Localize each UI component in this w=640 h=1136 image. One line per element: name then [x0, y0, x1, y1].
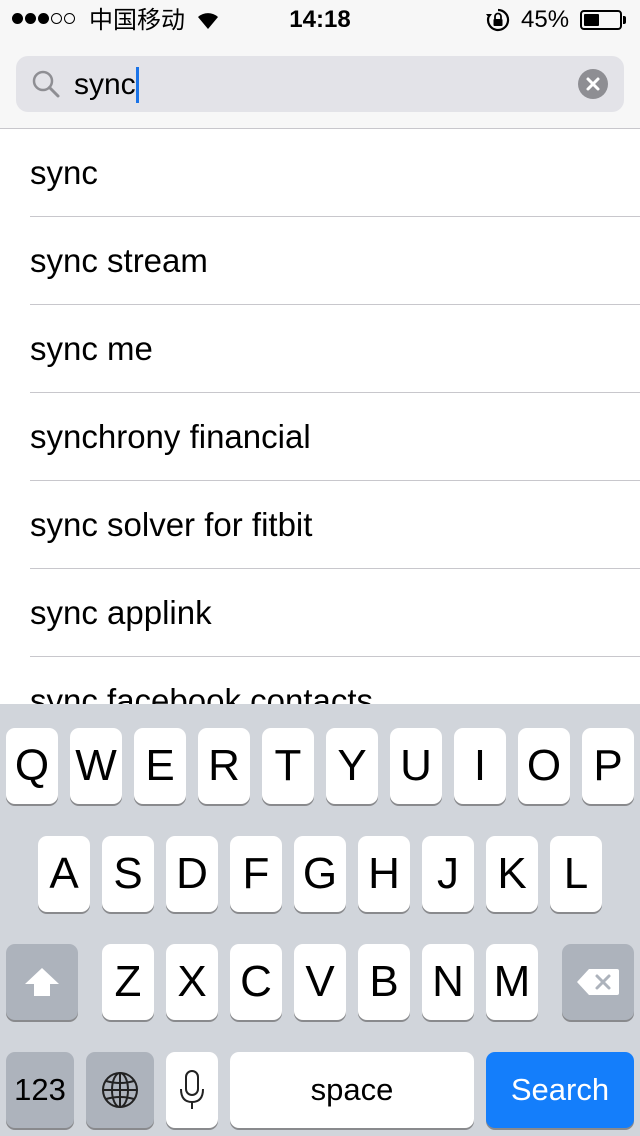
delete-key[interactable] [562, 944, 634, 1020]
key-u[interactable]: U [390, 728, 442, 804]
space-key[interactable]: space [230, 1052, 474, 1128]
key-w[interactable]: W [70, 728, 122, 804]
clear-circle-icon[interactable] [578, 69, 608, 99]
battery-icon [580, 10, 622, 30]
dictation-key[interactable] [166, 1052, 218, 1128]
microphone-icon [178, 1069, 206, 1111]
globe-key[interactable] [86, 1052, 154, 1128]
key-f[interactable]: F [230, 836, 282, 912]
magnifying-glass-icon [30, 68, 62, 100]
key-d[interactable]: D [166, 836, 218, 912]
key-j[interactable]: J [422, 836, 474, 912]
battery-percentage: 45% [521, 6, 570, 33]
keyboard: Q W E R T Y U I O P A S D F G H J K L Z … [0, 704, 640, 1136]
key-v[interactable]: V [294, 944, 346, 1020]
suggestion-list: sync sync stream sync me synchrony finan… [0, 129, 640, 704]
suggestion-item[interactable]: synchrony financial [0, 393, 640, 481]
key-x[interactable]: X [166, 944, 218, 1020]
key-e[interactable]: E [134, 728, 186, 804]
search-query-text: sync [74, 68, 136, 101]
key-l[interactable]: L [550, 836, 602, 912]
key-k[interactable]: K [486, 836, 538, 912]
backspace-icon [575, 967, 621, 997]
globe-icon [100, 1070, 140, 1110]
key-s[interactable]: S [102, 836, 154, 912]
suggestion-item[interactable]: sync applink [0, 569, 640, 657]
key-o[interactable]: O [518, 728, 570, 804]
shift-key[interactable] [6, 944, 78, 1020]
numbers-key[interactable]: 123 [6, 1052, 74, 1128]
key-h[interactable]: H [358, 836, 410, 912]
key-p[interactable]: P [582, 728, 634, 804]
key-r[interactable]: R [198, 728, 250, 804]
suggestion-item[interactable]: sync stream [0, 217, 640, 305]
key-q[interactable]: Q [6, 728, 58, 804]
battery-tip [623, 16, 626, 24]
key-y[interactable]: Y [326, 728, 378, 804]
key-m[interactable]: M [486, 944, 538, 1020]
suggestion-item[interactable]: sync [0, 129, 640, 217]
shift-arrow-icon [22, 965, 62, 999]
key-b[interactable]: B [358, 944, 410, 1020]
key-z[interactable]: Z [102, 944, 154, 1020]
key-g[interactable]: G [294, 836, 346, 912]
key-n[interactable]: N [422, 944, 474, 1020]
key-i[interactable]: I [454, 728, 506, 804]
rotation-lock-icon [485, 8, 511, 32]
suggestion-item[interactable]: sync solver for fitbit [0, 481, 640, 569]
key-a[interactable]: A [38, 836, 90, 912]
battery-level [584, 14, 600, 26]
suggestion-item[interactable]: sync me [0, 305, 640, 393]
search-key[interactable]: Search [486, 1052, 634, 1128]
search-field[interactable]: sync [16, 56, 624, 112]
key-t[interactable]: T [262, 728, 314, 804]
suggestion-item[interactable]: sync facebook contacts [0, 657, 640, 704]
search-input[interactable]: sync [74, 67, 139, 103]
search-header: 中国移动 14:18 45% sync [0, 0, 640, 129]
status-bar: 中国移动 14:18 45% [0, 0, 640, 40]
text-cursor [135, 67, 139, 103]
key-c[interactable]: C [230, 944, 282, 1020]
